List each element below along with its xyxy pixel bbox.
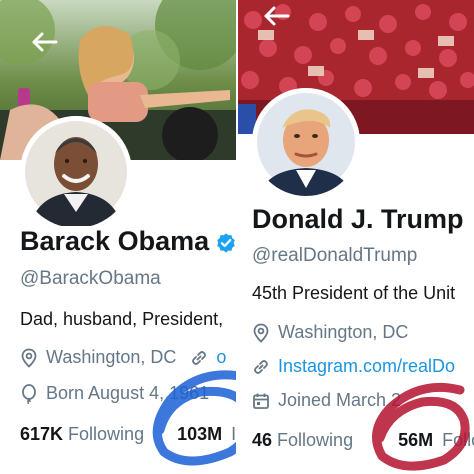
obama-display-name: Barack Obama [20,226,210,256]
link-icon [192,350,207,365]
trump-followers-count[interactable]: 56M [398,430,433,450]
obama-location: Washington, DC [46,347,177,367]
trump-followers-label[interactable]: Follo [442,430,474,450]
obama-following-label[interactable]: Following [68,424,144,444]
trump-avatar[interactable] [252,88,360,196]
back-arrow-icon[interactable] [30,31,58,53]
trump-location: Washington, DC [278,322,409,342]
trump-link-row: Instagram.com/realDo [252,356,455,377]
location-pin-icon [21,348,37,368]
trump-bio: 45th President of the Unit [252,283,456,303]
trump-following-count[interactable]: 46 [252,430,272,450]
obama-birthday: Born August 4, 1961 [46,383,210,403]
obama-following-count[interactable]: 617K [20,424,63,444]
trump-website-link[interactable]: Instagram.com/realDo [278,356,455,377]
trump-following-label[interactable]: Following [277,430,353,450]
obama-stats-row: 617K Following 103M I [20,424,236,445]
trump-stats-row: 46 Following 56M Follo [252,430,474,451]
obama-followers-count[interactable]: 103M [177,424,222,444]
trump-handle: @realDonaldTrump [252,245,418,266]
obama-handle: @BarackObama [20,268,161,289]
obama-bio: Dad, husband, President, [20,309,224,329]
trump-location-row: Washington, DC [252,322,408,343]
balloon-icon [22,383,36,404]
calendar-icon [253,393,269,409]
obama-website-link[interactable]: o [216,347,226,368]
trump-display-name: Donald J. Trump [252,204,464,234]
obama-birthday-row: Born August 4, 1961 [20,383,209,404]
trump-joined-row: Joined March 2 [252,390,401,411]
back-arrow-icon[interactable] [262,5,290,27]
location-pin-icon [253,323,269,343]
obama-profile-panel: Barack Obama @BarackObama Dad, husband, … [0,0,236,474]
trump-joined-date: Joined March 2 [278,390,402,410]
obama-avatar[interactable] [20,116,132,228]
trump-profile-panel: Donald J. Trump @realDonaldTrump 45th Pr… [238,0,474,474]
link-icon [254,359,268,374]
verified-badge-icon [217,233,235,253]
obama-location-row: Washington, DC o [20,347,226,368]
